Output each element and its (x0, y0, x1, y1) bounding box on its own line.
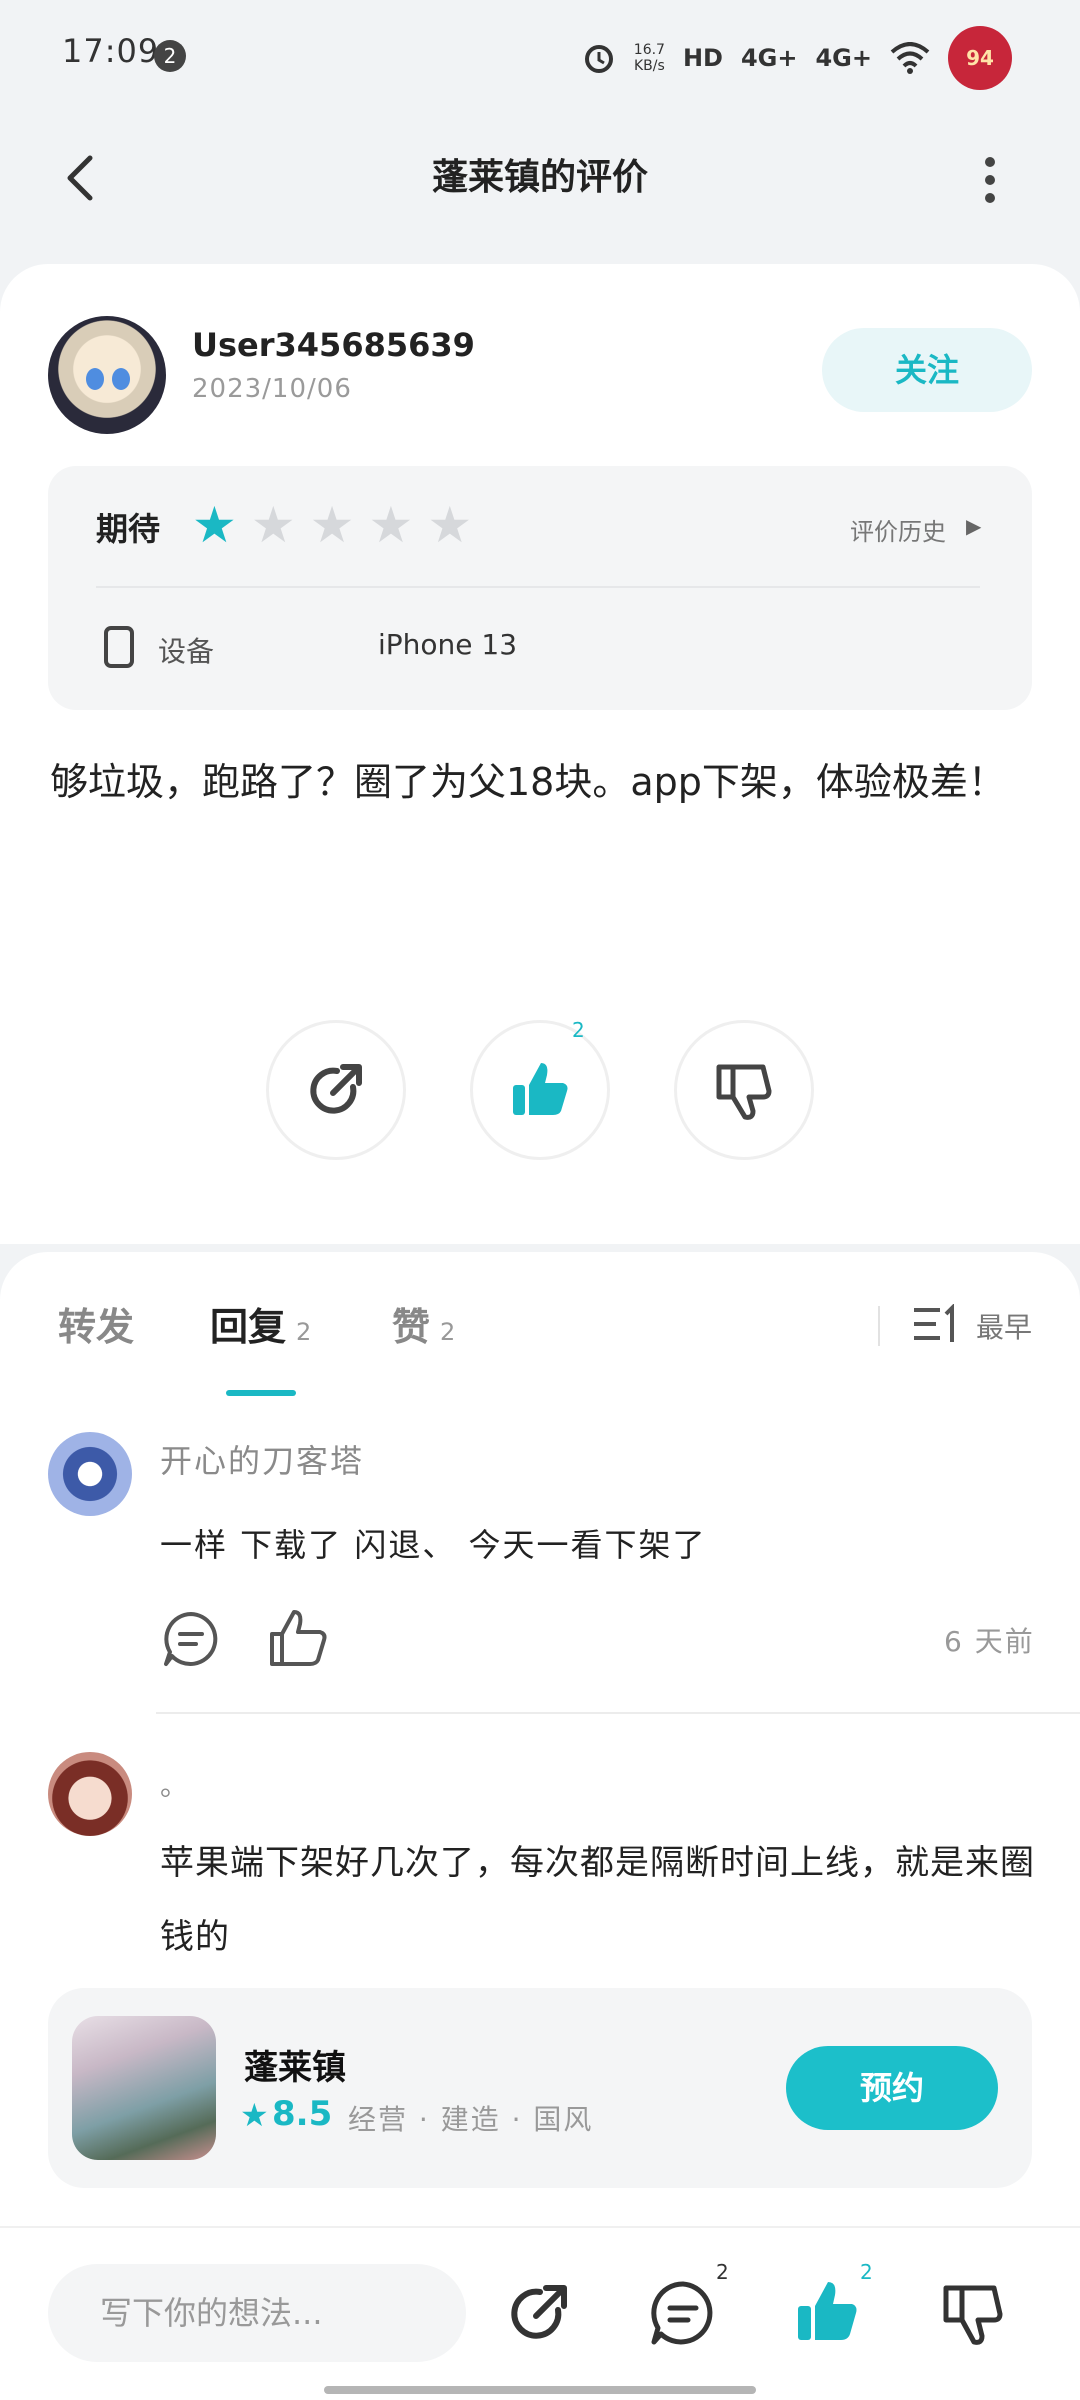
comment-text: 苹果端下架好几次了，每次都是隔断时间上线，就是来圈钱的 (160, 1843, 1035, 1957)
comment-count: 2 (716, 2260, 729, 2284)
tab-reply-count: 2 (296, 1318, 312, 1346)
signal-icon-1: 4G+ (740, 44, 798, 72)
comment-icon[interactable] (162, 1610, 220, 1668)
review-text: 够垃圾，跑路了？圈了为父18块。app下架，体验极差！ (50, 760, 1006, 804)
net-speed: 16.7 KB/s (634, 42, 665, 74)
divider (156, 1712, 1080, 1714)
share-icon (310, 1064, 362, 1114)
post-date: 2023/10/06 (192, 374, 352, 404)
signal-icon-2: 4G+ (815, 44, 872, 72)
comment-input[interactable] (48, 2264, 466, 2362)
status-time: 17:09 (62, 32, 160, 70)
rating-label: 期待 (96, 510, 161, 548)
star-icon: ★ (427, 496, 473, 554)
sort-icon[interactable] (912, 1304, 958, 1344)
like-count: 2 (860, 2260, 873, 2284)
game-score: 8.5 (272, 2094, 333, 2134)
net-speed-unit: KB/s (633, 58, 665, 74)
game-thumbnail[interactable] (72, 2016, 216, 2160)
star-icon: ★ (240, 2096, 269, 2134)
comment-avatar[interactable] (48, 1432, 132, 1516)
follow-button[interactable]: 关注 (822, 328, 1032, 412)
like-button[interactable] (470, 1020, 610, 1160)
star-icon: ★ (309, 496, 355, 554)
star-rating: ★ ★ ★ ★ ★ (192, 500, 472, 550)
tab-like-label: 赞 (392, 1305, 431, 1349)
thumbs-up-icon[interactable] (268, 1608, 330, 1668)
page-title: 蓬莱镇的评价 (431, 157, 648, 198)
username[interactable]: User345685639 (192, 326, 475, 364)
sort-label[interactable]: 最早 (976, 1306, 1032, 1346)
rating-history-link[interactable]: 评价历史 (850, 512, 946, 547)
comment-username[interactable]: 。 (160, 1764, 188, 1804)
star-icon: ★ (250, 496, 296, 554)
active-tab-indicator (226, 1390, 296, 1396)
wifi-icon (890, 42, 930, 74)
reserve-button[interactable]: 预约 (786, 2046, 998, 2130)
divider (878, 1306, 880, 1346)
avatar[interactable] (48, 316, 166, 434)
tab-reply-label: 回复 (210, 1305, 287, 1349)
tab-reply[interactable]: 回复 2 (210, 1296, 311, 1351)
alarm-icon (584, 45, 613, 73)
net-speed-value: 16.7 (633, 42, 665, 58)
phone-icon (104, 626, 134, 668)
like-count: 2 (572, 1018, 585, 1042)
divider (96, 586, 980, 588)
play-arrow-icon[interactable]: ▶ (966, 514, 981, 538)
comment-icon[interactable] (648, 2278, 718, 2348)
dislike-button[interactable] (674, 1020, 814, 1160)
star-icon: ★ (192, 496, 237, 554)
game-name[interactable]: 蓬莱镇 (244, 2040, 346, 2089)
hd-icon: HD (682, 44, 723, 72)
more-icon[interactable] (970, 150, 1010, 210)
tab-forward-label: 转发 (58, 1305, 135, 1349)
home-indicator[interactable] (324, 2386, 756, 2394)
status-icons: 16.7 KB/s HD 4G+ 4G+ 94 (582, 26, 1012, 90)
battery-icon: 94 (948, 26, 1012, 90)
thumbs-up-icon (513, 1063, 568, 1115)
tab-like-count: 2 (440, 1318, 456, 1346)
thumbs-down-icon[interactable] (938, 2278, 1008, 2348)
device-value: iPhone 13 (378, 628, 518, 661)
device-label: 设备 (158, 635, 215, 668)
game-tags: 经营 · 建造 · 国风 (348, 2103, 594, 2136)
share-icon[interactable] (504, 2278, 574, 2348)
star-icon: ★ (368, 496, 414, 554)
comment-username[interactable]: 开心的刀客塔 (160, 1436, 364, 1482)
comment-text: 一样 下载了 闪退、 今天一看下架了 (160, 1526, 707, 1564)
tab-forward[interactable]: 转发 (58, 1296, 134, 1351)
thumbs-down-icon (716, 1064, 772, 1120)
comment-time: 6 天前 (944, 1625, 1035, 1658)
comment-avatar[interactable] (48, 1752, 132, 1836)
tab-like[interactable]: 赞2 (392, 1296, 455, 1351)
back-icon[interactable] (54, 150, 110, 206)
thumbs-up-icon[interactable] (792, 2276, 862, 2346)
share-button[interactable] (266, 1020, 406, 1160)
notification-badge: 2 (154, 40, 186, 72)
